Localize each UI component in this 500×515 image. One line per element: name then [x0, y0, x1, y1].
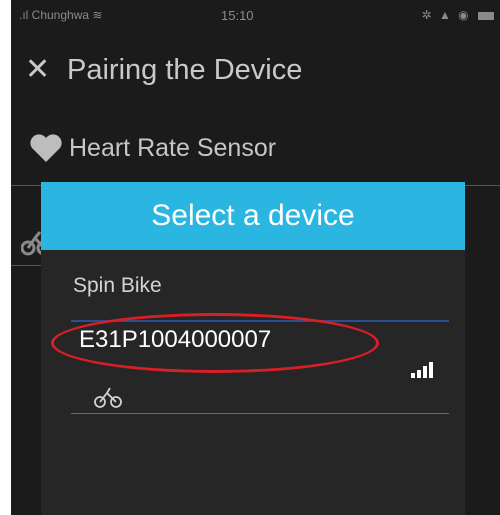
wifi-icon: ≋ [92, 8, 103, 22]
sensor-label: Heart Rate Sensor [69, 134, 277, 162]
status-indicators: ✲ ▲ ◉ [422, 8, 494, 22]
sensor-item-heart-rate[interactable]: Heart Rate Sensor [11, 130, 500, 180]
carrier-label: .ıl Chunghwa ≋ [19, 8, 103, 22]
list-divider [71, 413, 449, 414]
heart-icon [29, 132, 63, 169]
phone-screen: .ıl Chunghwa ≋ 15:10 ✲ ▲ ◉ ✕ Pairing the… [11, 0, 500, 515]
device-list-item[interactable]: E31P1004000007 [41, 313, 465, 414]
battery-icon [478, 11, 494, 20]
page-title: Pairing the Device [67, 54, 303, 86]
close-icon[interactable]: ✕ [25, 50, 50, 90]
status-time: 15:10 [221, 8, 254, 23]
dialog-title: Select a device [41, 182, 465, 250]
bike-icon [93, 384, 123, 413]
status-bar: .ıl Chunghwa ≋ 15:10 ✲ ▲ ◉ [11, 0, 500, 34]
device-type-label: Spin Bike [73, 274, 162, 297]
signal-strength-icon [411, 360, 437, 385]
select-device-dialog: Select a device Spin Bike E31P1004000007 [41, 182, 465, 515]
row-divider [11, 265, 41, 266]
device-id: E31P1004000007 [79, 326, 272, 353]
